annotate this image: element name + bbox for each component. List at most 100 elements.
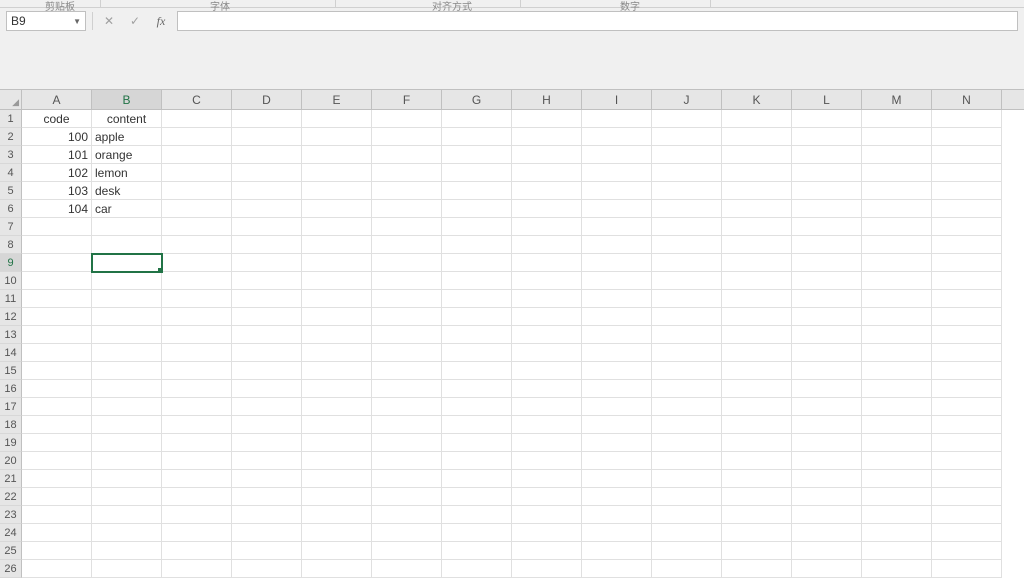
cell-D22[interactable] — [232, 488, 302, 506]
cell-K21[interactable] — [722, 470, 792, 488]
cell-J6[interactable] — [652, 200, 722, 218]
cell-J21[interactable] — [652, 470, 722, 488]
cell-F17[interactable] — [372, 398, 442, 416]
cell-I15[interactable] — [582, 362, 652, 380]
cell-G21[interactable] — [442, 470, 512, 488]
row-header-24[interactable]: 24 — [0, 524, 22, 542]
cell-A12[interactable] — [22, 308, 92, 326]
cell-L5[interactable] — [792, 182, 862, 200]
cell-G4[interactable] — [442, 164, 512, 182]
cell-N16[interactable] — [932, 380, 1002, 398]
cell-A13[interactable] — [22, 326, 92, 344]
cell-F1[interactable] — [372, 110, 442, 128]
cell-N26[interactable] — [932, 560, 1002, 578]
cell-J18[interactable] — [652, 416, 722, 434]
cell-J3[interactable] — [652, 146, 722, 164]
cell-F12[interactable] — [372, 308, 442, 326]
cell-C15[interactable] — [162, 362, 232, 380]
cell-A25[interactable] — [22, 542, 92, 560]
cell-D1[interactable] — [232, 110, 302, 128]
cell-F24[interactable] — [372, 524, 442, 542]
cell-E12[interactable] — [302, 308, 372, 326]
cell-B16[interactable] — [92, 380, 162, 398]
cell-B8[interactable] — [92, 236, 162, 254]
cell-A18[interactable] — [22, 416, 92, 434]
cell-I10[interactable] — [582, 272, 652, 290]
cell-E24[interactable] — [302, 524, 372, 542]
row-header-13[interactable]: 13 — [0, 326, 22, 344]
cell-M15[interactable] — [862, 362, 932, 380]
cell-M13[interactable] — [862, 326, 932, 344]
cell-N14[interactable] — [932, 344, 1002, 362]
cell-A5[interactable]: 103 — [22, 182, 92, 200]
cell-M17[interactable] — [862, 398, 932, 416]
cell-C7[interactable] — [162, 218, 232, 236]
cell-J14[interactable] — [652, 344, 722, 362]
cell-N3[interactable] — [932, 146, 1002, 164]
row-header-22[interactable]: 22 — [0, 488, 22, 506]
cell-J16[interactable] — [652, 380, 722, 398]
cell-E20[interactable] — [302, 452, 372, 470]
cell-M25[interactable] — [862, 542, 932, 560]
cell-F8[interactable] — [372, 236, 442, 254]
cell-J20[interactable] — [652, 452, 722, 470]
cell-L14[interactable] — [792, 344, 862, 362]
cell-H14[interactable] — [512, 344, 582, 362]
cell-J5[interactable] — [652, 182, 722, 200]
cell-B23[interactable] — [92, 506, 162, 524]
cell-N8[interactable] — [932, 236, 1002, 254]
cell-N24[interactable] — [932, 524, 1002, 542]
cell-I20[interactable] — [582, 452, 652, 470]
cell-E5[interactable] — [302, 182, 372, 200]
cell-C2[interactable] — [162, 128, 232, 146]
cell-D18[interactable] — [232, 416, 302, 434]
cell-L16[interactable] — [792, 380, 862, 398]
column-header-L[interactable]: L — [792, 90, 862, 109]
cell-B17[interactable] — [92, 398, 162, 416]
cell-E1[interactable] — [302, 110, 372, 128]
cell-A11[interactable] — [22, 290, 92, 308]
column-header-D[interactable]: D — [232, 90, 302, 109]
cell-D15[interactable] — [232, 362, 302, 380]
cell-L26[interactable] — [792, 560, 862, 578]
cell-K9[interactable] — [722, 254, 792, 272]
cell-D2[interactable] — [232, 128, 302, 146]
cell-A20[interactable] — [22, 452, 92, 470]
cell-D3[interactable] — [232, 146, 302, 164]
cell-E26[interactable] — [302, 560, 372, 578]
row-header-15[interactable]: 15 — [0, 362, 22, 380]
cell-L19[interactable] — [792, 434, 862, 452]
cell-B24[interactable] — [92, 524, 162, 542]
cell-L3[interactable] — [792, 146, 862, 164]
cell-B22[interactable] — [92, 488, 162, 506]
cell-E8[interactable] — [302, 236, 372, 254]
cell-J17[interactable] — [652, 398, 722, 416]
cell-A21[interactable] — [22, 470, 92, 488]
cell-L7[interactable] — [792, 218, 862, 236]
cell-I4[interactable] — [582, 164, 652, 182]
cell-K24[interactable] — [722, 524, 792, 542]
cell-I16[interactable] — [582, 380, 652, 398]
cell-D20[interactable] — [232, 452, 302, 470]
cell-A22[interactable] — [22, 488, 92, 506]
cell-J26[interactable] — [652, 560, 722, 578]
cell-A19[interactable] — [22, 434, 92, 452]
cell-J10[interactable] — [652, 272, 722, 290]
column-header-M[interactable]: M — [862, 90, 932, 109]
cell-M20[interactable] — [862, 452, 932, 470]
cell-D12[interactable] — [232, 308, 302, 326]
row-header-21[interactable]: 21 — [0, 470, 22, 488]
cell-D14[interactable] — [232, 344, 302, 362]
cell-J2[interactable] — [652, 128, 722, 146]
row-header-3[interactable]: 3 — [0, 146, 22, 164]
row-header-11[interactable]: 11 — [0, 290, 22, 308]
cell-I23[interactable] — [582, 506, 652, 524]
insert-function-button[interactable]: fx — [151, 11, 171, 31]
cell-I26[interactable] — [582, 560, 652, 578]
cell-J12[interactable] — [652, 308, 722, 326]
cell-F23[interactable] — [372, 506, 442, 524]
cell-N22[interactable] — [932, 488, 1002, 506]
cell-G12[interactable] — [442, 308, 512, 326]
cell-B26[interactable] — [92, 560, 162, 578]
cell-N25[interactable] — [932, 542, 1002, 560]
